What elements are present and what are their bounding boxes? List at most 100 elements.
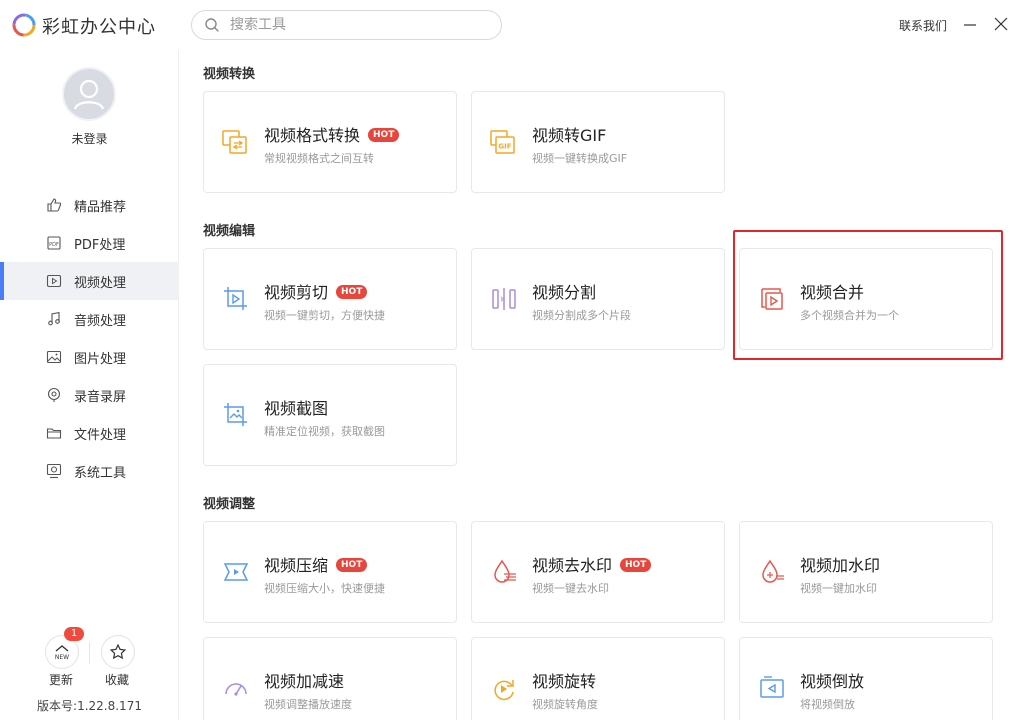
sidebar-item-record[interactable]: 录音录屏 bbox=[0, 376, 179, 414]
sidebar-item-file[interactable]: 文件处理 bbox=[0, 414, 179, 452]
record-icon bbox=[47, 387, 61, 402]
card-desc: 视频分割成多个片段 bbox=[532, 309, 631, 322]
section-title: 视频调整 bbox=[203, 497, 256, 512]
video-split-icon bbox=[492, 288, 516, 310]
scrollbar[interactable] bbox=[1018, 50, 1025, 720]
contact-us-link[interactable]: 联系我们 bbox=[899, 17, 947, 34]
card-rotate[interactable]: 视频旋转 视频旋转角度 bbox=[471, 637, 725, 720]
update-label: 更新 bbox=[49, 673, 74, 687]
hot-badge: HOT bbox=[336, 558, 368, 572]
sidebar-item-label: 录音录屏 bbox=[74, 389, 127, 405]
sidebar-item-label: PDF处理 bbox=[74, 237, 126, 253]
sidebar-item-label: 音频处理 bbox=[74, 313, 127, 329]
watermark-add-icon bbox=[762, 559, 784, 583]
watermark-remove-icon bbox=[494, 559, 516, 583]
card-video-format-convert[interactable]: 视频格式转换 HOT 常规视频格式之间互转 bbox=[203, 91, 457, 193]
sidebar-item-audio[interactable]: 音频处理 bbox=[0, 300, 179, 338]
video-cut-icon bbox=[224, 287, 247, 310]
svg-text:GIF: GIF bbox=[498, 143, 511, 151]
sidebar-item-system[interactable]: 系统工具 bbox=[0, 452, 179, 490]
update-icon-text: NEW bbox=[55, 654, 69, 661]
music-icon bbox=[48, 311, 60, 326]
favorites-button[interactable] bbox=[101, 635, 135, 669]
card-video-compress[interactable]: 视频压缩 HOT 视频压缩大小，快速便捷 bbox=[203, 521, 457, 623]
update-badge: 1 bbox=[64, 627, 84, 641]
card-title: 视频加减速 bbox=[264, 672, 345, 691]
card-title-wrap: 视频去水印 HOT bbox=[532, 552, 652, 576]
search-icon bbox=[205, 18, 219, 32]
video-compress-icon bbox=[223, 563, 249, 581]
card-title: 视频合并 bbox=[800, 283, 865, 302]
search-box[interactable] bbox=[191, 10, 502, 40]
card-video-merge[interactable]: 视频合并 多个视频合并为一个 bbox=[739, 248, 993, 350]
sidebar-item-label: 图片处理 bbox=[74, 351, 127, 367]
hot-badge: HOT bbox=[336, 285, 368, 299]
card-title: 视频旋转 bbox=[532, 672, 597, 691]
sidebar-item-label: 文件处理 bbox=[74, 427, 127, 443]
card-video-screenshot[interactable]: 视频截图 精准定位视频，获取截图 bbox=[203, 364, 457, 466]
hot-badge: HOT bbox=[368, 128, 400, 142]
sidebar-nav: 精品推荐 PDF PDF处理 视频处理 音频处理 图片处理 录音录屏 文件处理 bbox=[0, 186, 179, 490]
sidebar-item-recommend[interactable]: 精品推荐 bbox=[0, 186, 179, 224]
pdf-icon: PDF bbox=[47, 236, 61, 250]
divider bbox=[89, 642, 90, 664]
card-video-cut[interactable]: 视频剪切 HOT 视频一键剪切，方便快捷 bbox=[203, 248, 457, 350]
card-video-to-gif[interactable]: GIF 视频转GIF 视频一键转换成GIF bbox=[471, 91, 725, 193]
card-title: 视频倒放 bbox=[800, 672, 865, 691]
svg-text:PDF: PDF bbox=[49, 242, 59, 248]
card-desc: 视频一键去水印 bbox=[532, 582, 609, 595]
minimize-icon[interactable] bbox=[962, 12, 978, 36]
speed-icon bbox=[225, 683, 247, 696]
video-screenshot-icon bbox=[224, 403, 247, 426]
card-speed[interactable]: 视频加减速 视频调整播放速度 bbox=[203, 637, 457, 720]
section-title: 视频编辑 bbox=[203, 224, 256, 239]
main-content: 视频转换 视频格式转换 HOT 常规视频格式之间互转 GIF 视频转GIF 视频一… bbox=[180, 50, 1025, 720]
sidebar-item-image[interactable]: 图片处理 bbox=[0, 338, 179, 376]
system-tool-icon bbox=[46, 463, 62, 479]
card-desc: 多个视频合并为一个 bbox=[800, 309, 899, 322]
login-status[interactable]: 未登录 bbox=[0, 130, 179, 147]
sidebar-item-video[interactable]: 视频处理 bbox=[0, 262, 179, 300]
sidebar-item-label: 视频处理 bbox=[74, 275, 127, 291]
card-title: 视频分割 bbox=[532, 283, 597, 302]
favorites-label: 收藏 bbox=[105, 673, 130, 687]
sidebar-item-label: 精品推荐 bbox=[74, 199, 127, 215]
card-desc: 视频一键剪切，方便快捷 bbox=[264, 309, 385, 322]
card-watermark-remove[interactable]: 视频去水印 HOT 视频一键去水印 bbox=[471, 521, 725, 623]
card-video-split[interactable]: 视频分割 视频分割成多个片段 bbox=[471, 248, 725, 350]
avatar[interactable] bbox=[62, 67, 116, 121]
video-icon bbox=[46, 274, 62, 288]
sidebar-item-label: 系统工具 bbox=[74, 465, 127, 481]
card-desc: 将视频倒放 bbox=[800, 698, 855, 711]
video-format-convert-icon bbox=[222, 130, 247, 154]
card-watermark-add[interactable]: 视频加水印 视频一键加水印 bbox=[739, 521, 993, 623]
close-icon[interactable] bbox=[993, 16, 1009, 32]
card-desc: 常规视频格式之间互转 bbox=[264, 152, 374, 165]
thumbs-up-icon bbox=[47, 198, 62, 212]
card-title: 视频去水印 bbox=[532, 556, 613, 575]
star-icon bbox=[109, 643, 127, 660]
title-bar: 彩虹办公中心 联系我们 bbox=[0, 0, 1025, 50]
sidebar-item-pdf[interactable]: PDF PDF处理 bbox=[0, 224, 179, 262]
app-title: 彩虹办公中心 bbox=[42, 17, 156, 38]
card-desc: 视频一键加水印 bbox=[800, 582, 877, 595]
card-title: 视频格式转换 bbox=[264, 126, 361, 145]
card-title: 视频加水印 bbox=[800, 556, 881, 575]
card-title: 视频截图 bbox=[264, 399, 329, 418]
section-title: 视频转换 bbox=[203, 67, 256, 82]
card-desc: 视频调整播放速度 bbox=[264, 698, 352, 711]
search-input[interactable] bbox=[230, 15, 490, 35]
version-text: 版本号:1.22.8.171 bbox=[37, 699, 142, 713]
card-desc: 精准定位视频，获取截图 bbox=[264, 425, 385, 438]
sidebar: 未登录 精品推荐 PDF PDF处理 视频处理 音频处理 图片处理 录音录屏 文… bbox=[0, 50, 179, 720]
card-reverse[interactable]: 视频倒放 将视频倒放 bbox=[739, 637, 993, 720]
card-title: 视频剪切 bbox=[264, 283, 329, 302]
card-desc: 视频旋转角度 bbox=[532, 698, 598, 711]
card-title-wrap: 视频格式转换 HOT bbox=[264, 122, 400, 146]
user-icon bbox=[73, 79, 105, 110]
card-title-wrap: 视频剪切 HOT bbox=[264, 279, 368, 303]
app-logo-icon bbox=[12, 13, 36, 37]
image-icon bbox=[46, 350, 62, 364]
hot-badge: HOT bbox=[620, 558, 652, 572]
card-title: 视频转GIF bbox=[532, 126, 607, 145]
